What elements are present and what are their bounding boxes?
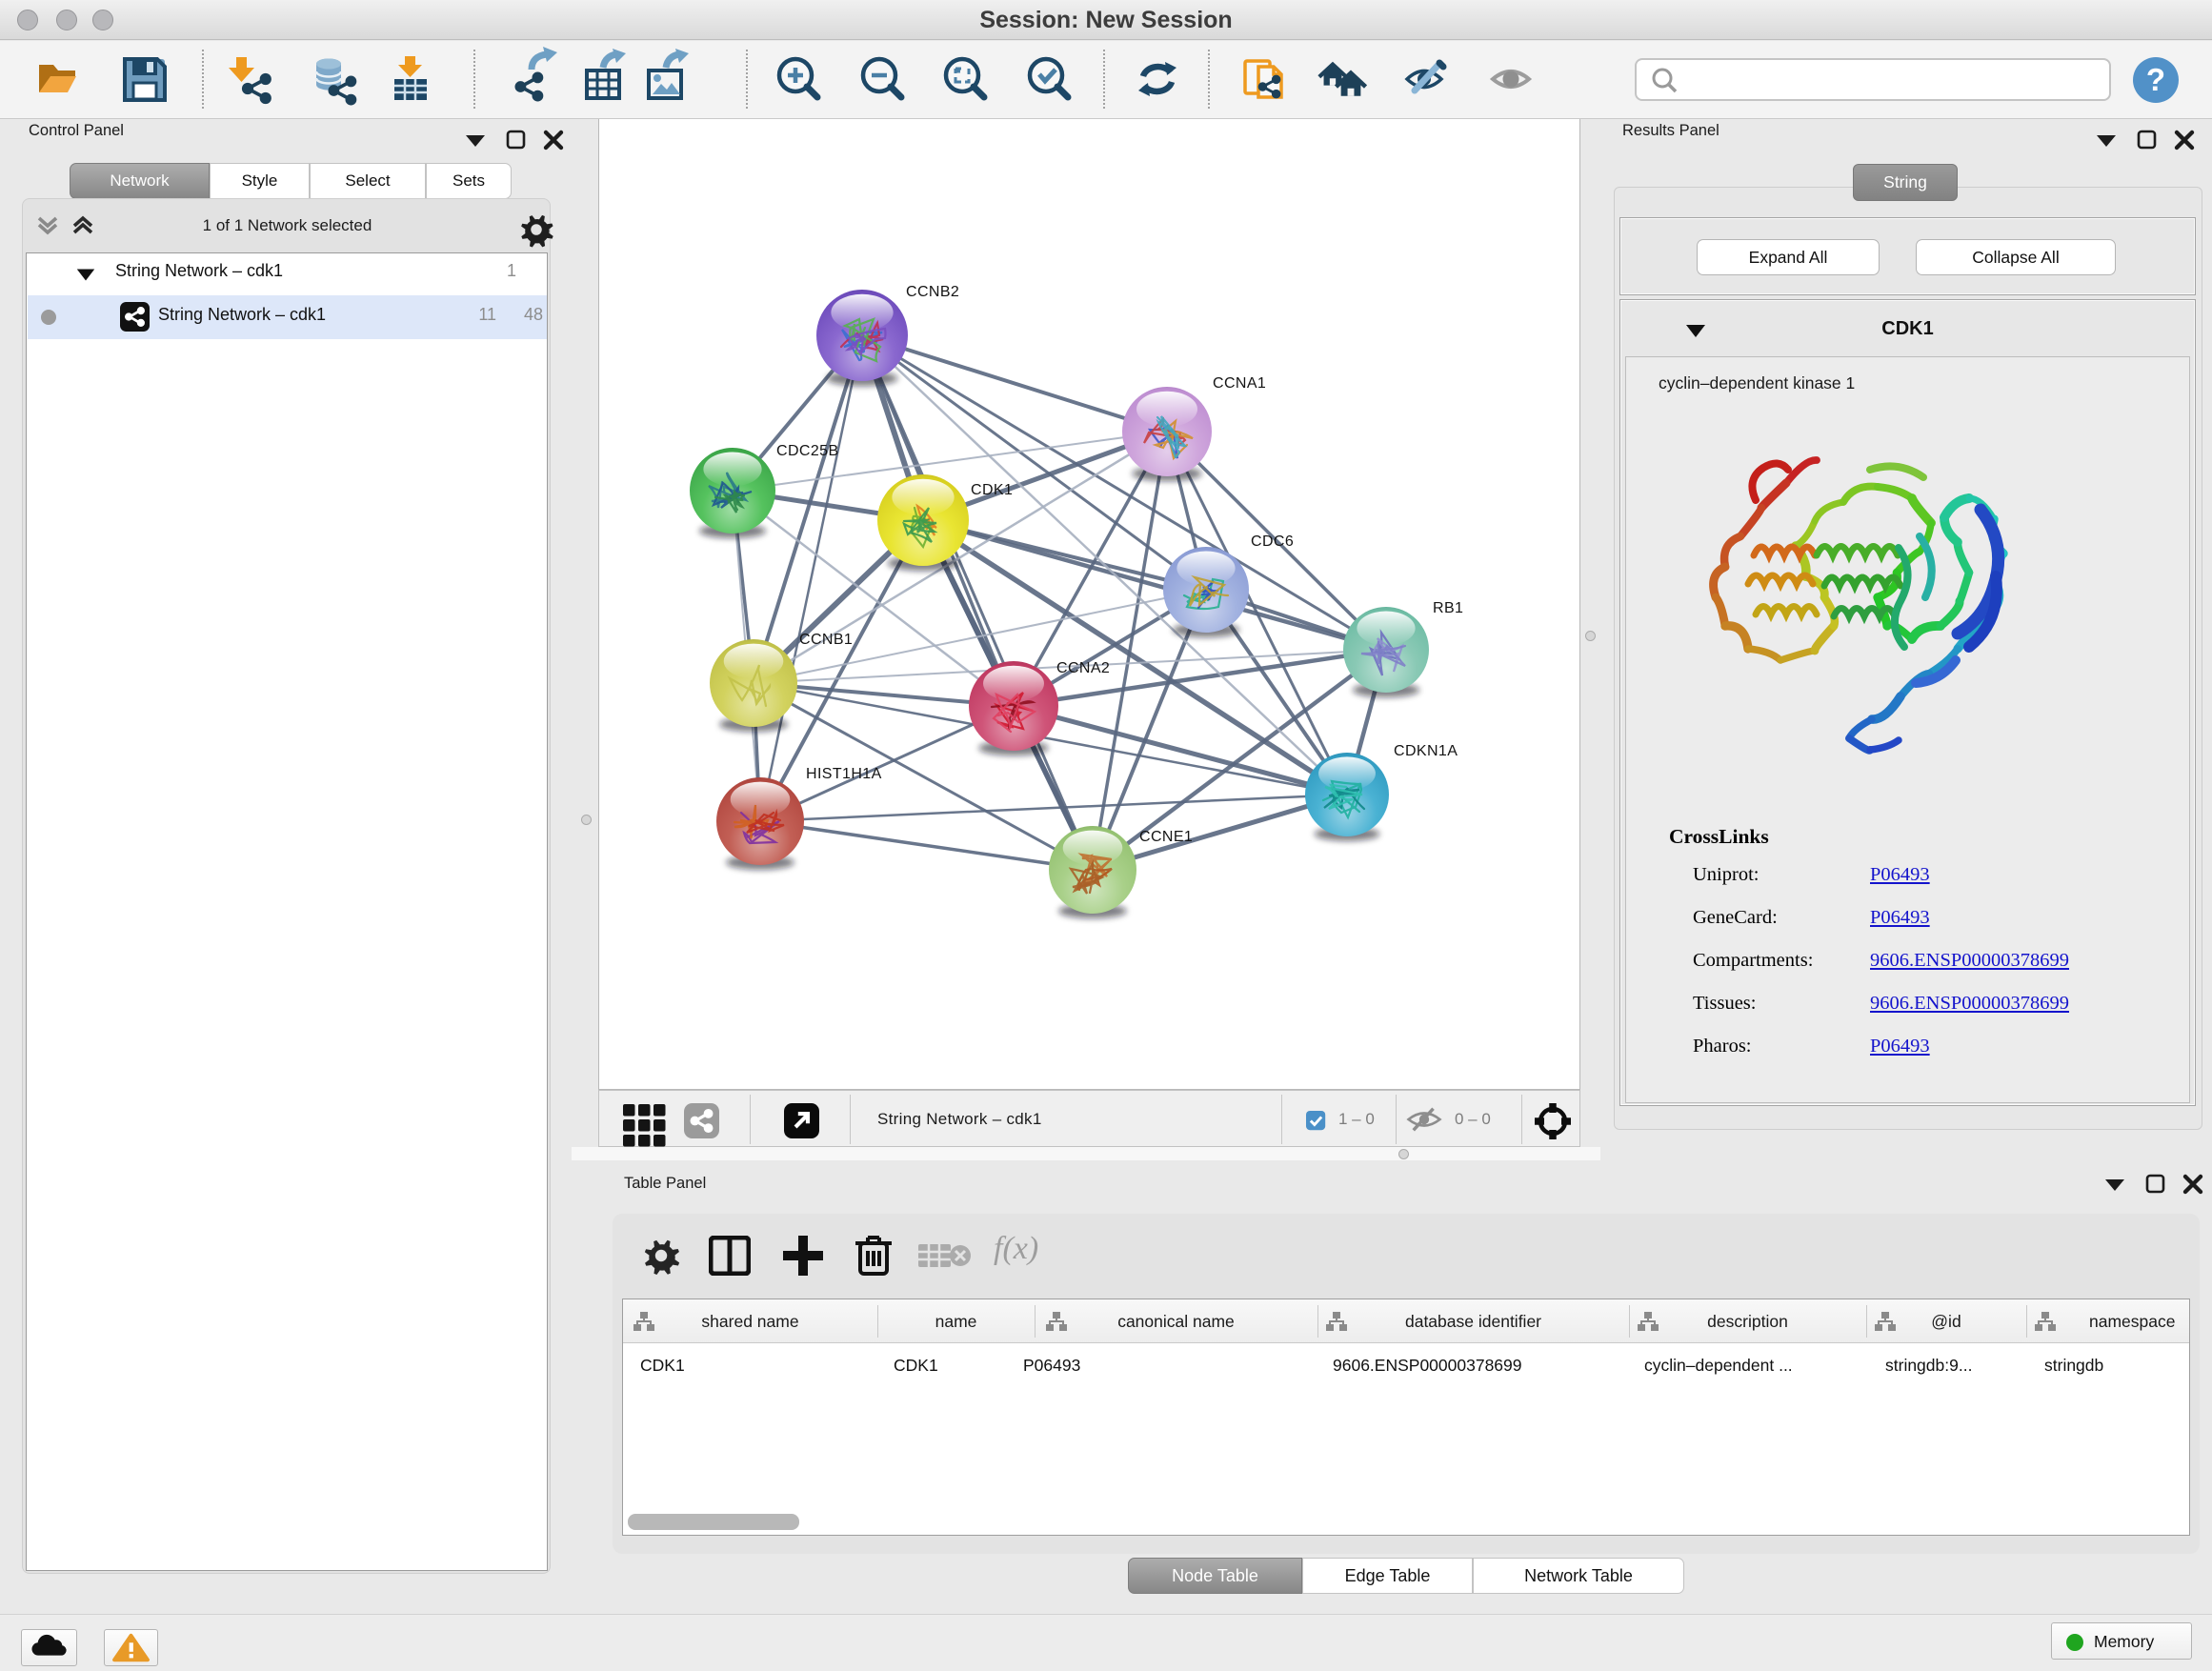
- svg-text:HIST1H1A: HIST1H1A: [806, 766, 882, 782]
- svg-text:CCNE1: CCNE1: [1139, 829, 1193, 845]
- svg-text:CDC25B: CDC25B: [776, 443, 839, 459]
- svg-text:CDC6: CDC6: [1251, 534, 1294, 550]
- svg-text:CCNB2: CCNB2: [906, 284, 959, 300]
- svg-text:CDK1: CDK1: [971, 482, 1013, 498]
- svg-text:CCNB1: CCNB1: [799, 632, 853, 648]
- svg-text:CCNA2: CCNA2: [1056, 660, 1110, 676]
- svg-text:CDKN1A: CDKN1A: [1394, 743, 1458, 759]
- svg-text:CCNA1: CCNA1: [1213, 375, 1266, 392]
- svg-text:RB1: RB1: [1433, 600, 1463, 616]
- svg-text:?: ?: [2146, 62, 2165, 97]
